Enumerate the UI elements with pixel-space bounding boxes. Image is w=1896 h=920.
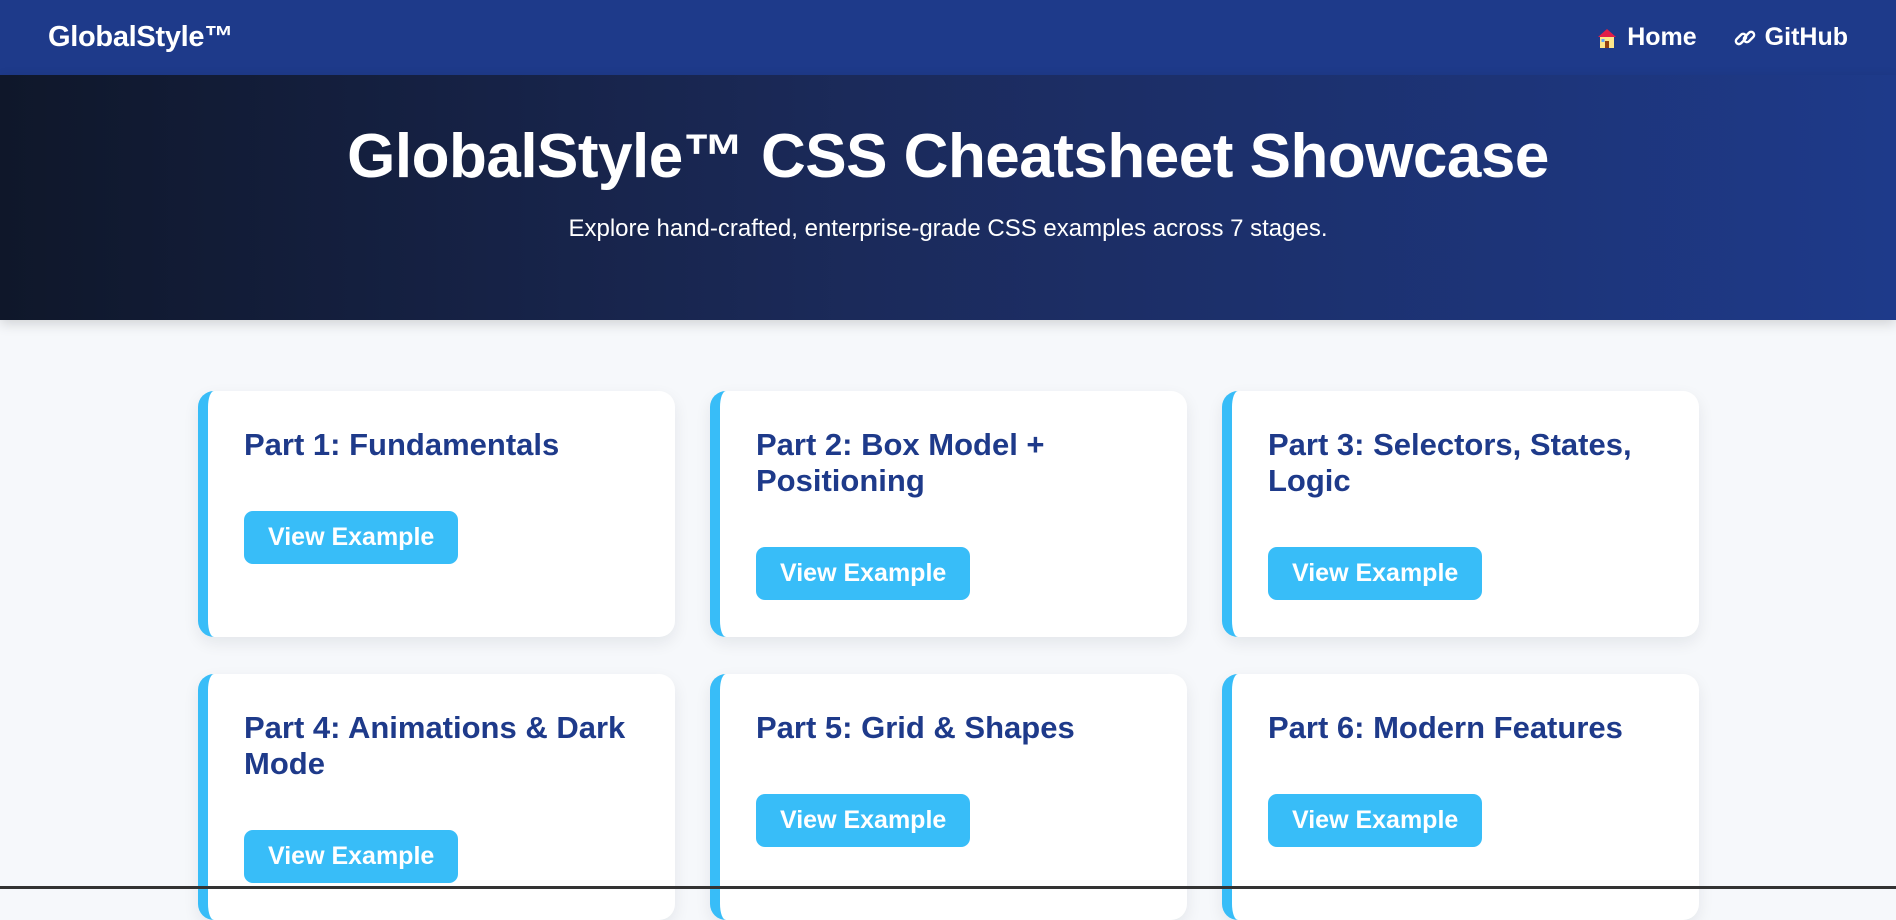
hero-banner: GlobalStyle™ CSS Cheatsheet Showcase Exp… [0,75,1896,320]
card-grid: Part 1: Fundamentals View Example Part 2… [198,391,1699,920]
card-title: Part 3: Selectors, States, Logic [1268,427,1632,498]
nav-github-label: GitHub [1764,23,1848,51]
nav-home-link[interactable]: Home [1595,23,1697,52]
card-title: Part 1: Fundamentals [244,427,560,462]
card-part-3: Part 3: Selectors, States, Logic View Ex… [1222,391,1699,637]
card-part-6: Part 6: Modern Features View Example [1222,674,1699,920]
card-title: Part 5: Grid & Shapes [756,710,1075,745]
card-part-4: Part 4: Animations & Dark Mode View Exam… [198,674,675,920]
view-example-button[interactable]: View Example [1268,547,1483,600]
nav-links: Home GitHub [1595,23,1848,52]
link-icon [1733,26,1757,50]
card-part-2: Part 2: Box Model + Positioning View Exa… [710,391,1187,637]
card-title: Part 6: Modern Features [1268,710,1623,745]
card-part-1: Part 1: Fundamentals View Example [198,391,675,637]
card-title: Part 2: Box Model + Positioning [756,427,1045,498]
nav-github-link[interactable]: GitHub [1733,23,1848,52]
view-example-button[interactable]: View Example [756,794,971,847]
house-icon [1595,26,1619,50]
card-part-5: Part 5: Grid & Shapes View Example [710,674,1187,920]
brand-logo[interactable]: GlobalStyle™ [48,21,233,54]
view-example-button[interactable]: View Example [244,830,459,883]
navbar: GlobalStyle™ Home GitHub [0,0,1896,75]
hero-subtitle: Explore hand-crafted, enterprise-grade C… [568,215,1328,243]
view-example-button[interactable]: View Example [244,511,459,564]
view-example-button[interactable]: View Example [756,547,971,600]
hero-title: GlobalStyle™ CSS Cheatsheet Showcase [347,122,1549,191]
nav-home-label: Home [1627,23,1697,51]
view-example-button[interactable]: View Example [1268,794,1483,847]
card-title: Part 4: Animations & Dark Mode [244,710,626,781]
